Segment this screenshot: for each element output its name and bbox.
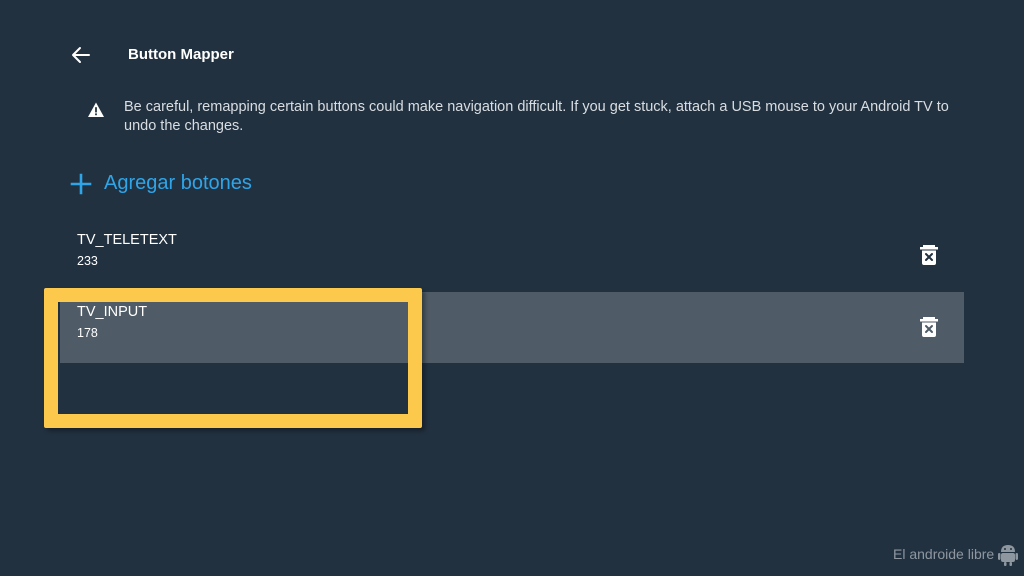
plus-icon xyxy=(70,173,92,194)
warning-message: Be careful, remapping certain buttons co… xyxy=(124,99,949,134)
arrow-left-icon xyxy=(72,47,90,63)
watermark-text: El androide libre xyxy=(893,546,995,562)
add-buttons-button[interactable]: Agregar botones xyxy=(70,172,252,195)
back-button[interactable] xyxy=(66,40,96,70)
app-header: Button Mapper xyxy=(0,0,1024,110)
watermark: El androide libre xyxy=(893,542,1019,566)
mapped-button-row[interactable]: TV_TELETEXT 233 xyxy=(60,220,964,291)
delete-icon[interactable] xyxy=(919,316,939,338)
page-title: Button Mapper xyxy=(128,46,234,63)
button-name: TV_TELETEXT xyxy=(77,232,177,248)
button-keycode: 178 xyxy=(77,326,98,340)
button-keycode: 233 xyxy=(77,254,98,268)
button-name: TV_INPUT xyxy=(77,304,148,320)
delete-icon[interactable] xyxy=(919,244,939,266)
warning-icon xyxy=(88,102,104,117)
mapped-button-row-selected[interactable]: TV_INPUT 178 xyxy=(60,292,964,363)
add-buttons-label: Agregar botones xyxy=(104,172,252,194)
android-robot-icon xyxy=(998,545,1019,566)
